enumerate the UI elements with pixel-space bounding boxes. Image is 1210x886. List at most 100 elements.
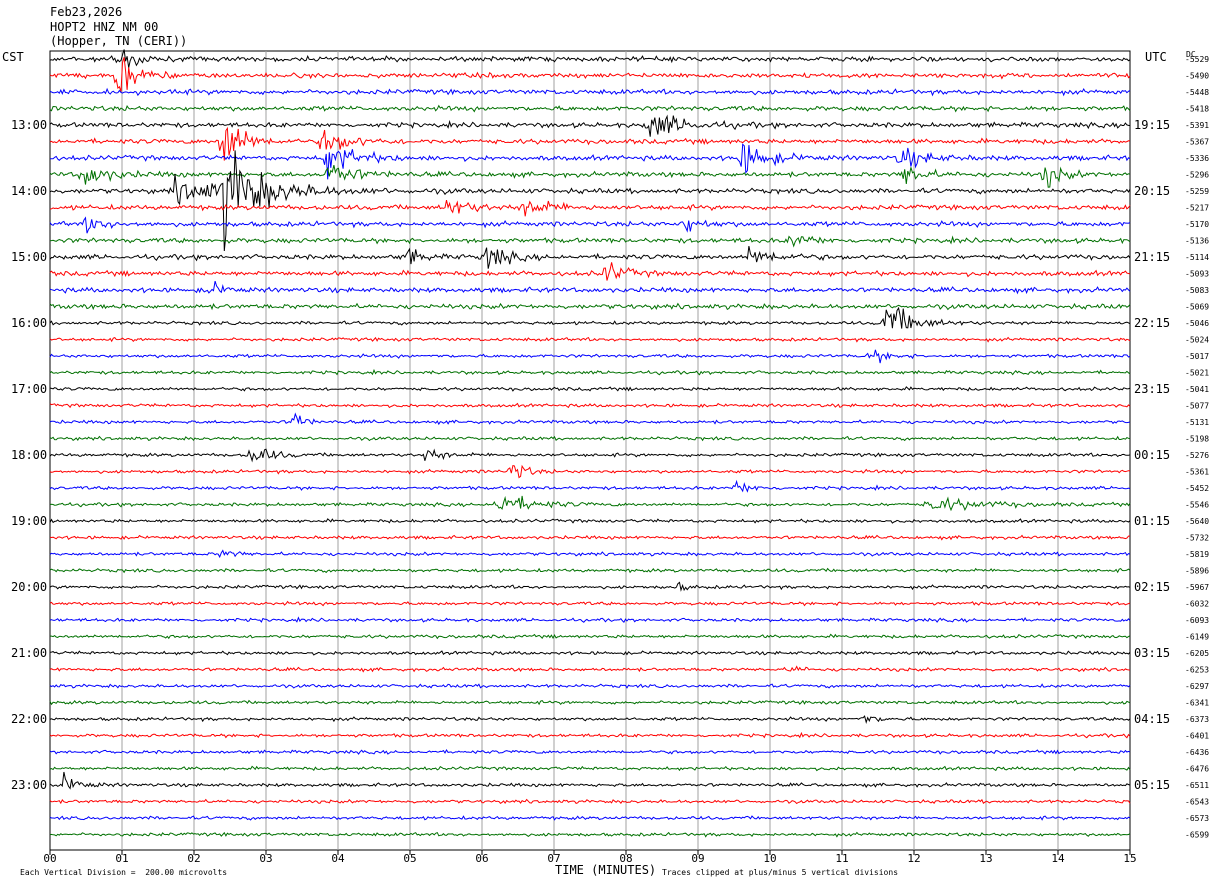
dc-offset-label: -5452 — [1185, 484, 1209, 493]
trace-line — [49, 771, 1131, 790]
dc-offset-label: -5819 — [1185, 550, 1209, 559]
x-tick-label: 00 — [43, 852, 56, 865]
dc-offset-label: -5361 — [1185, 468, 1209, 477]
dc-offset-label: -6149 — [1185, 633, 1209, 642]
trace-line — [49, 683, 1131, 689]
dc-offset-label: -5198 — [1185, 435, 1209, 444]
trace-line — [49, 581, 1131, 592]
dc-offset-label: -6297 — [1185, 682, 1209, 691]
trace-line — [49, 126, 1131, 161]
cst-time-label: 23:00 — [11, 778, 47, 792]
trace-line — [49, 749, 1131, 755]
dc-offset-label: -5136 — [1185, 237, 1209, 246]
cst-time-label: 15:00 — [11, 250, 47, 264]
cst-time-label: 17:00 — [11, 382, 47, 396]
dc-offset-label: -6032 — [1185, 600, 1209, 609]
dc-offset-label: -6573 — [1185, 814, 1209, 823]
trace-line — [49, 616, 1131, 624]
scale-note: Each Vertical Division = 200.00 microvol… — [20, 868, 228, 877]
dc-offset-label: -5546 — [1185, 501, 1209, 510]
trace-line — [49, 495, 1131, 512]
trace-line — [49, 49, 1131, 68]
x-tick-label: 11 — [835, 852, 848, 865]
dc-offset-label: -6543 — [1185, 798, 1209, 807]
utc-time-label: 04:15 — [1134, 712, 1170, 726]
dc-offset-label: -5131 — [1185, 418, 1209, 427]
dc-offset-label: -5170 — [1185, 220, 1209, 229]
trace-line — [49, 534, 1131, 541]
dc-offset-label: -5017 — [1185, 352, 1209, 361]
trace-line — [49, 306, 1131, 329]
trace-line — [49, 435, 1131, 442]
trace-line — [49, 114, 1131, 137]
trace-line — [49, 448, 1131, 463]
trace-line — [49, 731, 1131, 739]
trace-line — [49, 633, 1131, 640]
trace-line — [49, 262, 1131, 281]
trace-line — [49, 150, 1131, 252]
trace-line — [49, 699, 1131, 706]
trace-line — [49, 765, 1131, 772]
cst-time-label: 16:00 — [11, 316, 47, 330]
trace-line — [49, 336, 1131, 343]
trace-line — [49, 798, 1131, 805]
dc-offset-label: -5418 — [1185, 105, 1209, 114]
trace-line — [49, 87, 1131, 97]
dc-offset-label: -6093 — [1185, 616, 1209, 625]
seismogram-chart: 00 01 02 03 04 05 06 07 08 09 10 11 12 13 14 15-5529-54… — [11, 49, 1209, 865]
dc-offset-label: -5083 — [1185, 286, 1209, 295]
x-axis-title: TIME (MINUTES) — [555, 863, 657, 877]
dc-offset-label: -5448 — [1185, 88, 1209, 97]
trace-line — [49, 368, 1131, 376]
trace-line — [49, 815, 1131, 821]
utc-time-label: 03:15 — [1134, 646, 1170, 660]
trace-line — [49, 412, 1131, 426]
clip-note: Traces clipped at plus/minus 5 vertical … — [662, 868, 899, 877]
dc-offset-label: -6373 — [1185, 715, 1209, 724]
trace-line — [49, 600, 1131, 607]
cst-time-label: 20:00 — [11, 580, 47, 594]
trace-line — [49, 199, 1131, 217]
x-tick-label: 13 — [979, 852, 992, 865]
dc-offset-label: -5732 — [1185, 534, 1209, 543]
utc-time-label: 00:15 — [1134, 448, 1170, 462]
dc-offset-label: -5024 — [1185, 336, 1209, 345]
cst-time-label: 14:00 — [11, 184, 47, 198]
dc-offset-label: -6401 — [1185, 732, 1209, 741]
dc-offset-label: -5077 — [1185, 402, 1209, 411]
cst-time-label: 22:00 — [11, 712, 47, 726]
cst-time-label: 13:00 — [11, 118, 47, 132]
trace-line — [49, 464, 1131, 479]
dc-offset-label: -6341 — [1185, 699, 1209, 708]
trace-line — [49, 280, 1131, 295]
x-tick-label: 05 — [403, 852, 416, 865]
dc-offset-label: -6436 — [1185, 748, 1209, 757]
trace-line — [49, 104, 1131, 113]
cst-time-label: 18:00 — [11, 448, 47, 462]
utc-time-label: 05:15 — [1134, 778, 1170, 792]
x-tick-label: 03 — [259, 852, 272, 865]
x-tick-label: 10 — [763, 852, 776, 865]
trace-line — [49, 567, 1131, 574]
x-tick-label: 09 — [691, 852, 704, 865]
x-tick-label: 02 — [187, 852, 200, 865]
dc-offset-label: -5114 — [1185, 253, 1209, 262]
trace-line — [49, 479, 1131, 493]
trace-line — [49, 57, 1131, 92]
trace-line — [49, 349, 1131, 364]
utc-time-label: 20:15 — [1134, 184, 1170, 198]
dc-offset-label: -5367 — [1185, 138, 1209, 147]
dc-offset-label: -5259 — [1185, 187, 1209, 196]
x-tick-label: 12 — [907, 852, 920, 865]
x-tick-label: 01 — [115, 852, 128, 865]
trace-line — [49, 715, 1131, 724]
trace-line — [49, 518, 1131, 524]
trace-line — [49, 302, 1131, 311]
dc-offset-label: -5021 — [1185, 369, 1209, 378]
utc-time-label: 23:15 — [1134, 382, 1170, 396]
trace-line — [49, 402, 1131, 409]
dc-offset-label: -6476 — [1185, 765, 1209, 774]
dc-offset-label: -5391 — [1185, 121, 1209, 130]
dc-offset-label: -5896 — [1185, 567, 1209, 576]
dc-offset-label: -5336 — [1185, 154, 1209, 163]
